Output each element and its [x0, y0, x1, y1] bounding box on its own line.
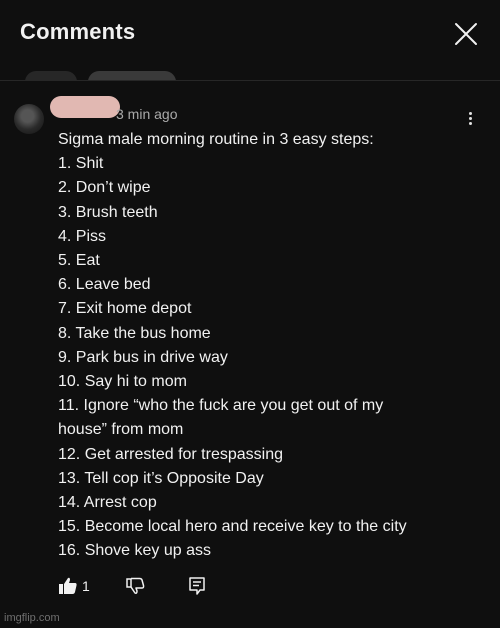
comment-timestamp: 3 min ago [116, 106, 178, 122]
comment-line: 14. Arrest cop [58, 494, 157, 512]
comment-line: 15. Become local hero and receive key to… [58, 518, 407, 536]
comment-line: 7. Exit home depot [58, 300, 192, 318]
panel-title: Comments [20, 19, 136, 44]
comment-line: 10. Say hi to mom [58, 373, 187, 391]
reply-icon [189, 577, 205, 595]
comment-line: 11. Ignore “who the fuck are you get out… [58, 397, 384, 415]
comment-text: Sigma male morning routine in 3 easy ste… [58, 128, 478, 564]
comment-line: Sigma male morning routine in 3 easy ste… [58, 131, 374, 148]
comment-line: 13. Tell cop it’s Opposite Day [58, 469, 264, 487]
like-count: 1 [82, 578, 90, 594]
filter-chips [0, 71, 500, 80]
reply-button[interactable] [188, 576, 206, 601]
comment-line: 5. Eat [58, 252, 100, 270]
avatar[interactable] [14, 104, 44, 134]
comment-line: 1. Shit [58, 155, 104, 173]
comment-line: house” from mom [58, 421, 184, 439]
filter-chip[interactable] [88, 71, 176, 80]
watermark: imgflip.com [4, 612, 60, 624]
close-icon[interactable] [452, 20, 480, 48]
comment-line: 6. Leave bed [58, 276, 151, 294]
like-button[interactable]: 1 [58, 576, 90, 601]
comments-header: Comments [0, 0, 500, 81]
filter-chip[interactable] [25, 71, 77, 80]
comment-line: 4. Piss [58, 227, 107, 245]
thumb-up-icon [59, 577, 77, 594]
comment-line: 9. Park bus in drive way [58, 348, 228, 366]
comment-line: 2. Don’t wipe [58, 179, 151, 197]
thumb-down-icon [126, 577, 145, 594]
comment-line: 8. Take the bus home [58, 324, 211, 342]
comment-line: 3. Brush teeth [58, 203, 158, 221]
dislike-button[interactable] [125, 576, 145, 601]
comment-line: 12. Get arrested for trespassing [58, 445, 283, 463]
author-name-redacted [50, 96, 120, 118]
comment-line: 16. Shove key up ass [58, 542, 211, 560]
more-vert-icon[interactable] [462, 110, 478, 130]
